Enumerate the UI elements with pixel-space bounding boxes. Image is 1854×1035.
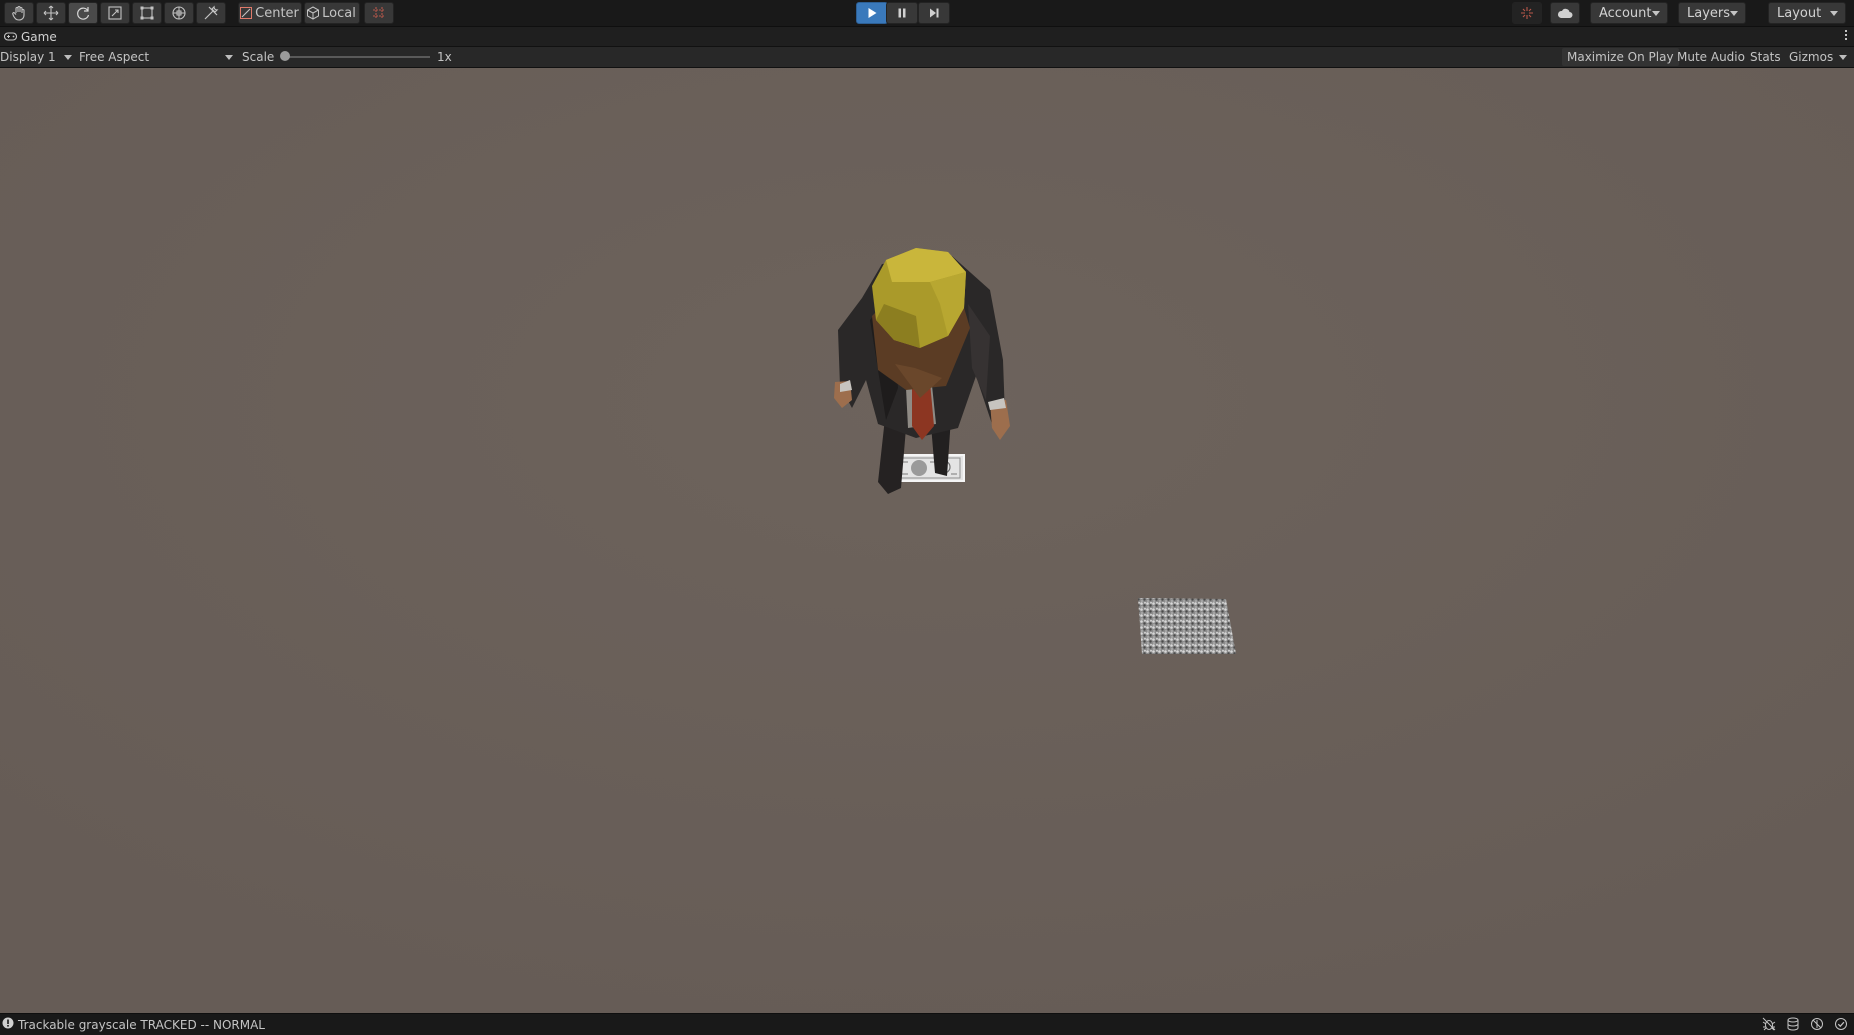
layers-dropdown[interactable]: Layers [1678,2,1746,24]
hand-tool-button[interactable] [4,2,34,24]
rotate-icon [75,5,91,21]
pause-button[interactable] [886,2,918,24]
mute-audio-toggle[interactable]: Mute Audio [1677,47,1745,67]
play-button[interactable] [856,2,888,24]
play-icon [866,7,878,19]
scale-slider-handle[interactable] [280,51,290,61]
network-icon[interactable] [1810,1017,1824,1031]
panel-menu-icon[interactable] [1845,30,1848,42]
bug-icon[interactable] [1762,1017,1776,1031]
panel-tab-bar: Game [0,27,1854,47]
main-toolbar: Center Local Account Layers Layout [0,0,1854,27]
gizmos-dropdown[interactable]: Gizmos [1789,47,1848,67]
chevron-down-icon [1839,54,1848,60]
database-icon[interactable] [1786,1017,1800,1031]
chevron-down-icon [1730,11,1738,16]
gravel-image-target [1138,598,1236,654]
scale-icon [107,5,123,21]
cloud-button[interactable] [1550,2,1580,24]
tools-icon [203,5,219,21]
move-arrows-icon [43,5,59,21]
aspect-dropdown[interactable]: Free Aspect [79,47,233,67]
layout-dropdown[interactable]: Layout [1768,2,1846,24]
transform-tool-button[interactable] [164,2,194,24]
scale-value: 1x [437,50,452,64]
gizmos-label: Gizmos [1789,50,1834,64]
rect-transform-icon [139,5,155,21]
aspect-label: Free Aspect [79,50,150,64]
info-icon [2,1017,14,1032]
pivot-space-toggle[interactable]: Local [304,2,360,24]
display-label: Display 1 [0,50,56,64]
custom-tool-button[interactable] [196,2,226,24]
move-tool-button[interactable] [36,2,66,24]
rect-tool-button[interactable] [132,2,162,24]
chevron-down-icon [63,54,72,60]
status-icons [1762,1017,1848,1031]
layout-label: Layout [1777,5,1822,21]
chevron-down-icon [1830,11,1838,16]
maximize-on-play-toggle[interactable]: Maximize On Play [1562,48,1679,66]
transform-icon [171,5,187,21]
pause-icon [896,7,908,19]
hand-icon [11,5,27,21]
pivot-icon [239,6,253,20]
pivot-center-toggle[interactable]: Center [238,2,302,24]
cube-icon [306,6,320,20]
step-icon [928,7,940,19]
scale-label: Scale [242,50,275,64]
rotate-tool-button[interactable] [68,2,98,24]
pivot-label: Center [255,5,299,21]
chevron-down-icon [1652,11,1660,16]
layers-label: Layers [1687,5,1731,21]
sparkle-icon [1520,6,1534,20]
tab-title: Game [21,29,57,44]
tab-game[interactable]: Game [0,27,63,46]
space-label: Local [322,5,356,21]
chevron-down-icon [225,55,233,60]
game-viewport[interactable] [0,68,1854,1013]
display-dropdown[interactable]: Display 1 [0,47,72,67]
grid-snap-icon [372,6,386,20]
cloud-icon [1557,7,1573,19]
gamepad-icon [3,30,18,44]
scale-tool-button[interactable] [100,2,130,24]
check-icon[interactable] [1834,1017,1848,1031]
account-dropdown[interactable]: Account [1590,2,1668,24]
status-message[interactable]: Trackable grayscale TRACKED -- NORMAL [18,1018,265,1032]
game-view-controls: Display 1 Free Aspect Scale 1x Maximize … [0,47,1854,68]
status-bar: Trackable grayscale TRACKED -- NORMAL [0,1013,1854,1035]
stats-toggle[interactable]: Stats [1750,47,1781,67]
collab-button[interactable] [1512,2,1542,24]
step-button[interactable] [918,2,950,24]
scale-slider-track[interactable] [283,56,430,58]
account-label: Account [1599,5,1652,21]
grid-snap-button[interactable] [364,2,394,24]
